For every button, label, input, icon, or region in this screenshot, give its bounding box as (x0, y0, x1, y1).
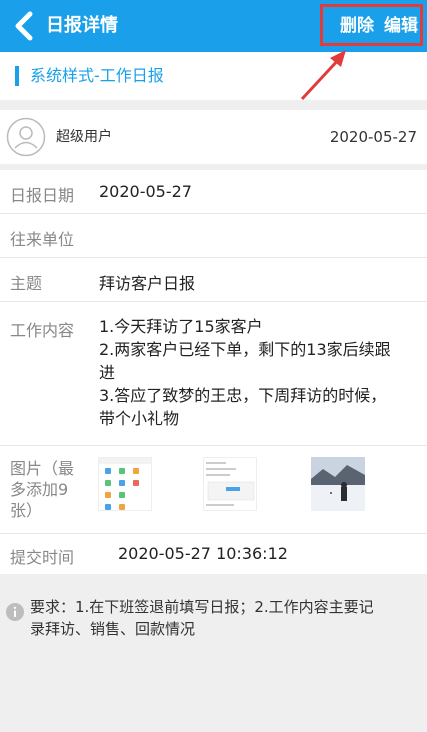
thumbnail-snow-photo (311, 457, 365, 511)
user-date: 2020-05-27 (329, 128, 417, 146)
note-line: 要求：1.在下班签退前填写日报；2.工作内容主要记 (30, 598, 374, 616)
note-line: 录拜访、销售、回款情况 (30, 620, 196, 638)
subject-value: 拜访客户日报 (99, 274, 196, 293)
images-label: 图片（最 多添加9 张） (10, 458, 74, 521)
content-row: 工作内容 1.今天拜访了15家客户 2.两家客户已经下单，剩下的13家后续跟 进… (0, 302, 427, 446)
report-type-header: 系统样式-工作日报 (0, 52, 427, 100)
avatar-icon (6, 117, 46, 157)
accent-bar (15, 66, 19, 86)
requirements-note: 要求：1.在下班签退前填写日报；2.工作内容主要记 录拜访、销售、回款情况 (0, 574, 427, 732)
top-bar: 日报详情 删除 编辑 (0, 0, 427, 52)
images-label-line: 多添加9 (10, 480, 69, 499)
back-arrow-icon[interactable] (10, 10, 40, 42)
subject-label: 主题 (10, 274, 43, 293)
delete-button[interactable]: 删除 (340, 0, 374, 52)
image-thumbnail[interactable] (203, 457, 257, 511)
submit-time-row: 提交时间 2020-05-27 10:36:12 (0, 534, 427, 574)
submit-time-value: 2020-05-27 10:36:12 (118, 544, 288, 563)
page-title: 日报详情 (46, 15, 118, 36)
content-line: 1.今天拜访了15家客户 (99, 317, 263, 336)
image-thumbnail[interactable] (311, 457, 365, 511)
content-line: 3.答应了致梦的王忠，下周拜访的时候， (99, 386, 387, 405)
content-line: 2.两家客户已经下单，剩下的13家后续跟 (99, 340, 391, 359)
report-date-row: 日报日期 2020-05-27 (0, 170, 427, 214)
images-label-line: 图片（最 (10, 459, 75, 478)
images-label-line: 张） (10, 501, 43, 520)
content-line: 进 (99, 363, 116, 382)
thumbnail-form (206, 462, 255, 506)
subject-row: 主题 拜访客户日报 (0, 258, 427, 302)
unit-row: 往来单位 (0, 214, 427, 258)
report-date-value: 2020-05-27 (99, 182, 192, 201)
user-row: 超级用户 2020-05-27 (0, 110, 427, 164)
images-row: 图片（最 多添加9 张） (0, 446, 427, 534)
submit-time-label: 提交时间 (10, 548, 75, 567)
report-type-title: 系统样式-工作日报 (30, 66, 164, 85)
report-details: 日报日期 2020-05-27 往来单位 主题 拜访客户日报 工作内容 1.今天… (0, 170, 427, 574)
report-date-label: 日报日期 (10, 186, 75, 205)
edit-button[interactable]: 编辑 (384, 0, 418, 52)
unit-label: 往来单位 (10, 230, 75, 249)
thumbnail-app-icons (99, 458, 151, 510)
content-line: 带个小礼物 (99, 409, 180, 428)
image-thumbnail[interactable] (98, 457, 152, 511)
content-label: 工作内容 (10, 321, 75, 340)
info-icon (6, 603, 24, 621)
user-name: 超级用户 (56, 129, 112, 145)
